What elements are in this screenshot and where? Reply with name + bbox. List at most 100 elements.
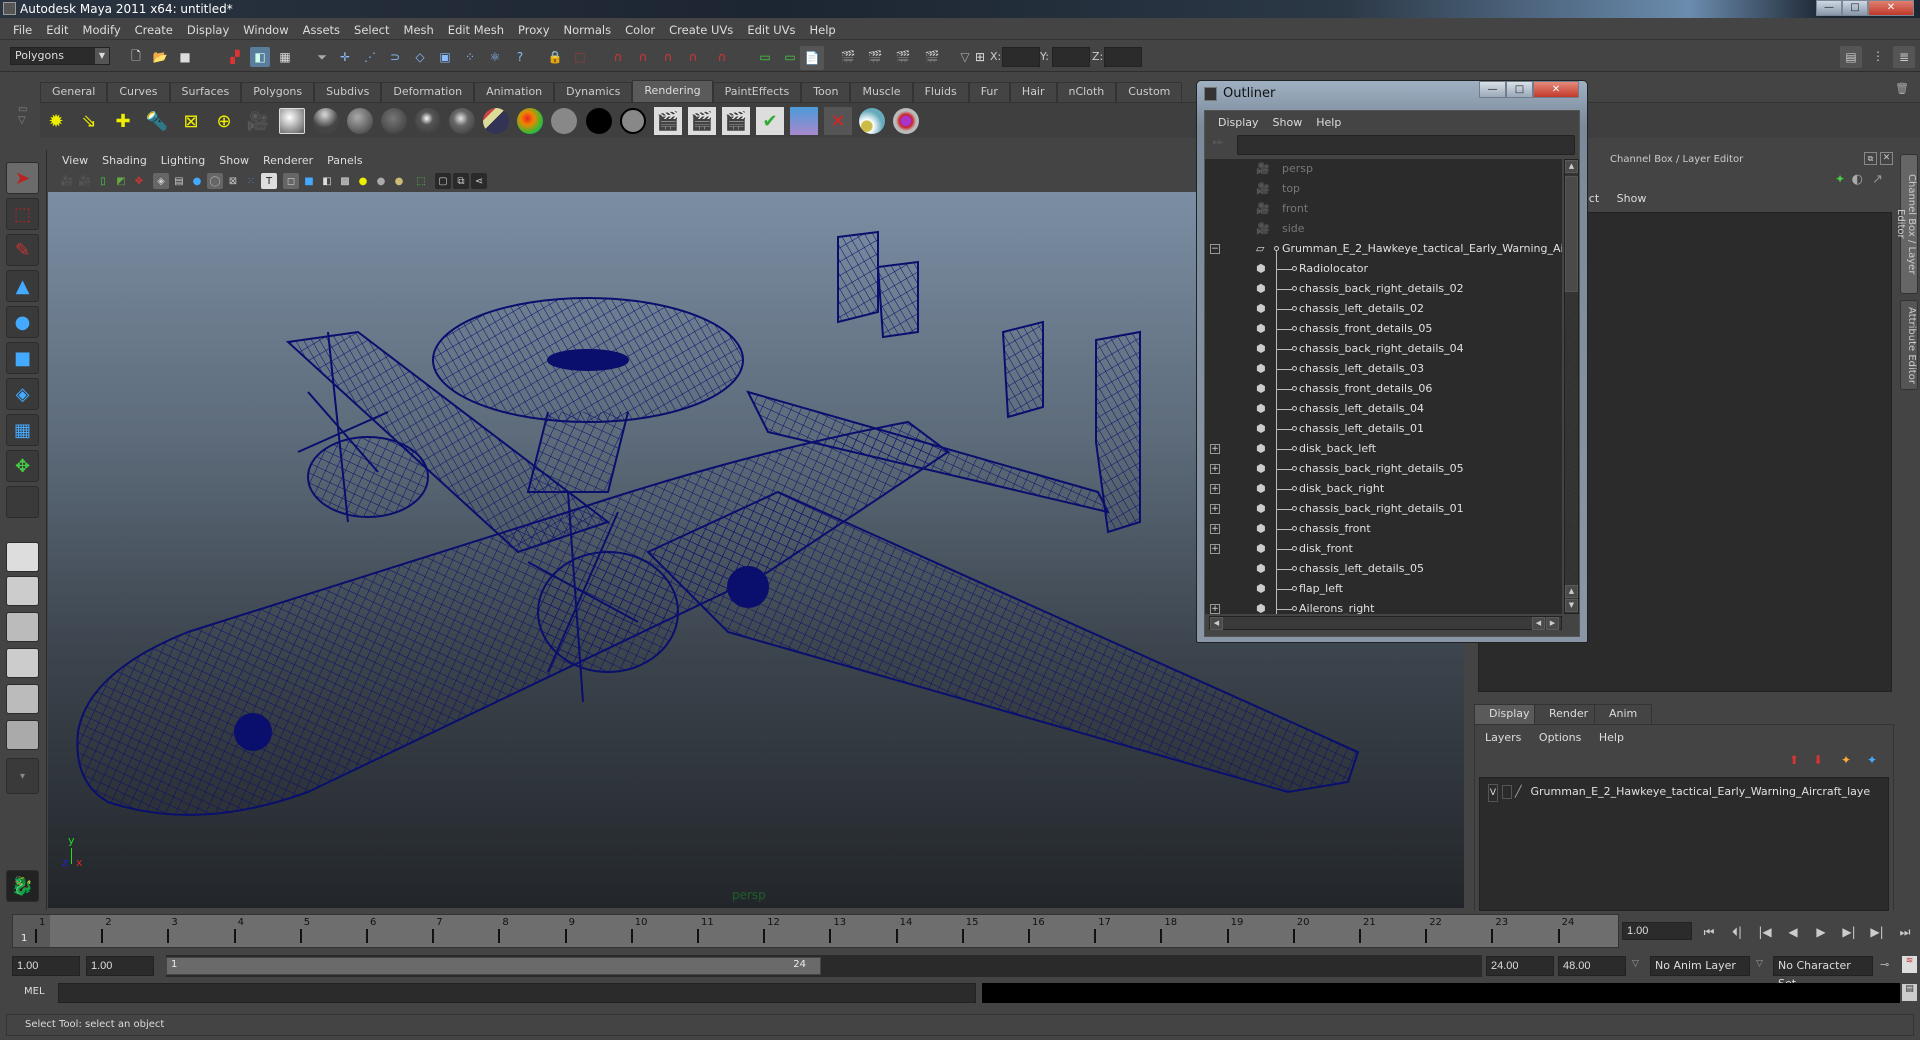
select-component-icon[interactable]: ▦	[275, 47, 295, 67]
outliner-menu-display[interactable]: Display	[1211, 116, 1266, 129]
step-forward-frame-button[interactable]: ▶|	[1868, 924, 1886, 940]
menu-edit-mesh[interactable]: Edit Mesh	[441, 23, 511, 37]
batch-render-icon[interactable]: 🎬	[722, 107, 750, 135]
outliner-item[interactable]: ⬢ chassis_back_right_details_04	[1205, 339, 1562, 359]
render-current-frame-icon[interactable]: 🎬	[865, 47, 885, 67]
y-field[interactable]	[1052, 47, 1090, 67]
panel-menu-view[interactable]: View	[55, 154, 95, 167]
channel-box-menu-show[interactable]: Show	[1617, 192, 1647, 205]
menu-select[interactable]: Select	[347, 23, 396, 37]
manipulator-icon[interactable]: ✦	[1835, 172, 1845, 186]
make-live-icon[interactable]: ∩	[712, 47, 732, 67]
single-perspective-layout-icon[interactable]	[6, 542, 39, 572]
expand-icon[interactable]: +	[1210, 464, 1220, 474]
field-chart-icon[interactable]: ⊠	[225, 173, 241, 189]
menu-create-uvs[interactable]: Create UVs	[662, 23, 740, 37]
isolate-select-icon[interactable]: ⬚	[413, 173, 429, 189]
save-scene-icon[interactable]: ■	[175, 47, 195, 67]
snap-curve-icon[interactable]: ∩	[633, 47, 653, 67]
tool-settings-toggle-icon[interactable]: ⋮	[1868, 46, 1888, 66]
four-view-layout-icon[interactable]	[6, 576, 39, 606]
attribute-editor-toggle-icon[interactable]: ▤	[1840, 46, 1862, 68]
outliner-item[interactable]: + ⬢ Ailerons_right	[1205, 599, 1562, 614]
menu-edit[interactable]: Edit	[39, 23, 75, 37]
persp-outliner-layout-icon[interactable]	[6, 612, 39, 642]
shelf-tab-animation[interactable]: Animation	[474, 82, 555, 102]
step-forward-key-button[interactable]: ▶|	[1840, 924, 1858, 940]
deform-mask-icon[interactable]: ▣	[435, 47, 455, 67]
menu-window[interactable]: Window	[236, 23, 295, 37]
paint-render-icon[interactable]	[892, 107, 920, 135]
select-hierarchy-icon[interactable]: ▞	[225, 47, 245, 67]
xray-active-icon[interactable]: ⧉	[453, 173, 469, 189]
panel-menu-show[interactable]: Show	[212, 154, 256, 167]
step-back-key-button[interactable]: |◀	[1756, 924, 1774, 940]
gate-mask-icon[interactable]: ◯	[207, 173, 223, 189]
go-to-start-button[interactable]: ⏮	[1700, 924, 1718, 940]
area-light-icon[interactable]: ⊠	[177, 107, 205, 135]
menuset-dropdown[interactable]: Polygons ▼	[10, 47, 110, 65]
range-slider-bar[interactable]: 1 24	[166, 957, 821, 975]
go-to-end-button[interactable]: ⏭	[1896, 924, 1914, 940]
anisotropic-shader-icon[interactable]	[448, 107, 476, 135]
mel-input[interactable]	[58, 983, 976, 1003]
rotate-tool-icon[interactable]: ●	[6, 306, 39, 338]
image-plane-icon[interactable]: ◩	[113, 173, 129, 189]
directional-light-icon[interactable]: ⇘	[75, 107, 103, 135]
side-tab-attribute-editor[interactable]: Attribute Editor	[1900, 300, 1918, 390]
shelf-tab-muscle[interactable]: Muscle	[850, 82, 913, 102]
current-frame-field[interactable]	[1622, 922, 1692, 940]
use-all-lights-icon[interactable]: ●	[355, 173, 371, 189]
construction-history-icon[interactable]: 📄	[800, 46, 824, 70]
menu-help[interactable]: Help	[803, 23, 843, 37]
shadows-icon[interactable]: ●	[373, 173, 389, 189]
shelf-tab-general[interactable]: General	[40, 82, 108, 102]
layer-menu-layers[interactable]: Layers	[1485, 731, 1521, 744]
handle-mask-icon[interactable]: ✛	[335, 47, 355, 67]
animation-preferences-icon[interactable]: ≋	[1902, 956, 1917, 973]
layer-row[interactable]: V ╱ Grumman_E_2_Hawkeye_tactical_Early_W…	[1488, 784, 1870, 802]
scroll-down-icon[interactable]: ▼	[1565, 599, 1578, 612]
panel-menu-renderer[interactable]: Renderer	[256, 154, 320, 167]
outliner-filter-input[interactable]	[1237, 135, 1575, 155]
wireframe-on-shaded-icon[interactable]: ◧	[319, 173, 335, 189]
side-tab-channel-box[interactable]: Channel Box / Layer Editor	[1895, 154, 1918, 294]
snap-point-icon[interactable]: ∩	[658, 47, 678, 67]
render-mask-icon[interactable]: ⚛	[485, 47, 505, 67]
outliner-item[interactable]: + ⬢ disk_front	[1205, 539, 1562, 559]
resolution-gate-icon[interactable]: ●	[189, 173, 205, 189]
hyper-icon[interactable]: ↗	[1872, 172, 1883, 187]
joint-mask-icon[interactable]: ⋰	[360, 47, 380, 67]
safe-action-icon[interactable]: ⁙	[243, 173, 259, 189]
speed-icon[interactable]: ◐	[1852, 172, 1863, 187]
snap-grid-icon[interactable]: ∩	[608, 47, 628, 67]
new-scene-icon[interactable]: 🗋	[126, 47, 146, 67]
outliner-menu-help[interactable]: Help	[1309, 116, 1348, 129]
layered-shader-icon[interactable]	[482, 107, 510, 135]
paint-select-tool-icon[interactable]: ✎	[6, 234, 39, 266]
curve-mask-icon[interactable]: ⊃	[385, 47, 405, 67]
layer-color-swatch[interactable]: ╱	[1515, 784, 1527, 800]
menu-display[interactable]: Display	[180, 23, 236, 37]
grid-toggle-icon[interactable]: ◈	[153, 173, 169, 189]
outliner-item[interactable]: + ⬢ disk_back_left	[1205, 439, 1562, 459]
use-background-shader-icon[interactable]	[619, 107, 647, 135]
shelf-tab-curves[interactable]: Curves	[107, 82, 170, 102]
trash-icon[interactable]: 🗑	[1895, 82, 1909, 95]
shelf-tab-custom[interactable]: Custom	[1116, 82, 1183, 102]
outliner-item[interactable]: + ⬢ chassis_back_right_details_05	[1205, 459, 1562, 479]
smooth-shade-icon[interactable]: ■	[301, 173, 317, 189]
x-field[interactable]	[1002, 47, 1040, 67]
surface-shader-icon[interactable]	[550, 107, 578, 135]
surface-mask-icon[interactable]: ◇	[410, 47, 430, 67]
bookmarks-icon[interactable]: ▯	[95, 173, 111, 189]
panel-menu-lighting[interactable]: Lighting	[154, 154, 212, 167]
scale-tool-icon[interactable]: ■	[6, 342, 39, 374]
chevron-down-icon[interactable]: ▽	[1756, 959, 1763, 969]
collapse-icon[interactable]: −	[1210, 244, 1220, 254]
absolute-transform-icon[interactable]: ⊞	[970, 47, 990, 67]
last-tool-slot[interactable]	[6, 486, 39, 518]
outliner-item[interactable]: 🎥 front	[1205, 199, 1562, 219]
black-shader-icon[interactable]	[585, 107, 613, 135]
move-tool-icon[interactable]: ▲	[6, 270, 39, 302]
